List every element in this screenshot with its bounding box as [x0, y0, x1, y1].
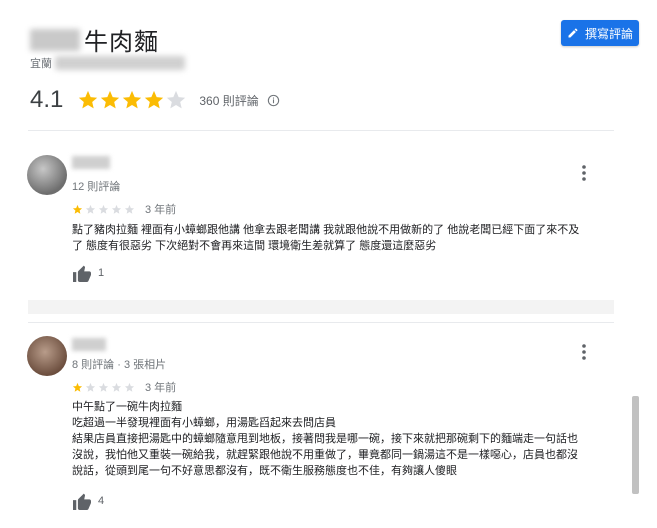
like-count: 4 — [98, 495, 105, 507]
more-vert-icon[interactable] — [581, 343, 587, 361]
star-icon — [79, 90, 98, 109]
write-review-label: 撰寫評論 — [584, 26, 633, 41]
average-rating: 4.1 — [30, 86, 64, 113]
place-name-redacted — [30, 28, 80, 51]
star-icon — [72, 382, 83, 392]
review-date: 3 年前 — [145, 382, 177, 394]
star-icon — [85, 382, 96, 392]
address-redacted — [55, 56, 185, 70]
place-title: 牛肉麵 — [84, 29, 159, 56]
divider — [28, 130, 614, 131]
write-review-button[interactable]: 撰寫評論 — [561, 20, 639, 46]
review-text-line: 沒說，我怕他又重裝一碗給我，就趕緊跟他說不用重做了，畢竟都同一鍋湯這不是一樣噁心… — [72, 449, 578, 461]
star-icon — [124, 204, 135, 214]
review-text-line: 結果店員直接把湯匙中的蟑螂隨意甩到地板，接著問我是哪一碗，接下來就把那碗剩下的麵… — [72, 433, 578, 445]
star-icon — [101, 90, 120, 109]
review-text-line: 中午點了一碗牛肉拉麵 — [72, 401, 182, 413]
more-vert-icon[interactable] — [581, 164, 587, 182]
star-icon — [124, 382, 135, 392]
reviewer-meta: 12 則評論 — [72, 181, 121, 193]
reviewer-name-redacted[interactable] — [72, 156, 110, 169]
star-icon — [123, 90, 142, 109]
star-icon — [98, 204, 109, 214]
star-icon — [111, 204, 122, 214]
thumb-up-icon — [73, 265, 91, 282]
review-stars: 3 年前 — [72, 201, 176, 217]
like-count: 1 — [98, 267, 105, 279]
address-row: 宜蘭 — [30, 55, 185, 71]
address-prefix: 宜蘭 — [30, 58, 52, 70]
reviewer-meta: 8 則評論 · 3 張相片 — [72, 359, 167, 371]
review-date: 3 年前 — [145, 204, 177, 216]
reviewer-name-redacted[interactable] — [72, 338, 106, 351]
total-reviews-count[interactable]: 360 則評論 — [199, 92, 258, 109]
thumb-up-icon — [73, 493, 91, 510]
review-text: 點了豬肉拉麵 裡面有小蟑螂跟他講 他拿去跟老闆講 我就跟他說不用做新的了 他說老… — [72, 222, 627, 254]
review-stars: 3 年前 — [72, 379, 176, 395]
star-icon — [145, 90, 164, 109]
place-title-row: 牛肉麵 — [30, 22, 159, 57]
star-icon — [167, 90, 186, 109]
like-button[interactable]: 4 — [72, 492, 104, 510]
info-icon[interactable] — [267, 94, 280, 107]
star-icon — [111, 382, 122, 392]
star-icon — [85, 204, 96, 214]
review-separator — [28, 300, 614, 314]
rating-summary: 4.1 360 則評論 — [30, 86, 280, 114]
review-text-line: 點了豬肉拉麵 裡面有小蟑螂跟他講 他拿去跟老闆講 我就跟他說不用做新的了 他說老… — [72, 224, 580, 236]
scrollbar[interactable] — [632, 396, 639, 494]
review-text-line: 了 態度有很惡劣 下次絕對不會再來這間 環境衛生差就算了 態度還這麼惡劣 — [72, 240, 437, 252]
star-icon — [98, 382, 109, 392]
avatar[interactable] — [27, 336, 67, 376]
star-icon — [72, 204, 83, 214]
like-button[interactable]: 1 — [72, 264, 104, 282]
pencil-icon — [568, 28, 578, 38]
review-text-line: 說話，從頭到尾一句不好意思都沒有，既不衛生服務態度也不佳，有夠讓人傻眼 — [72, 465, 457, 477]
avatar[interactable] — [27, 155, 67, 195]
divider — [28, 322, 614, 323]
average-rating-stars — [77, 89, 187, 111]
review-text: 中午點了一碗牛肉拉麵 吃超過一半發現裡面有小蟑螂，用湯匙舀起來去問店員 結果店員… — [72, 399, 627, 479]
review-text-line: 吃超過一半發現裡面有小蟑螂，用湯匙舀起來去問店員 — [72, 417, 336, 429]
